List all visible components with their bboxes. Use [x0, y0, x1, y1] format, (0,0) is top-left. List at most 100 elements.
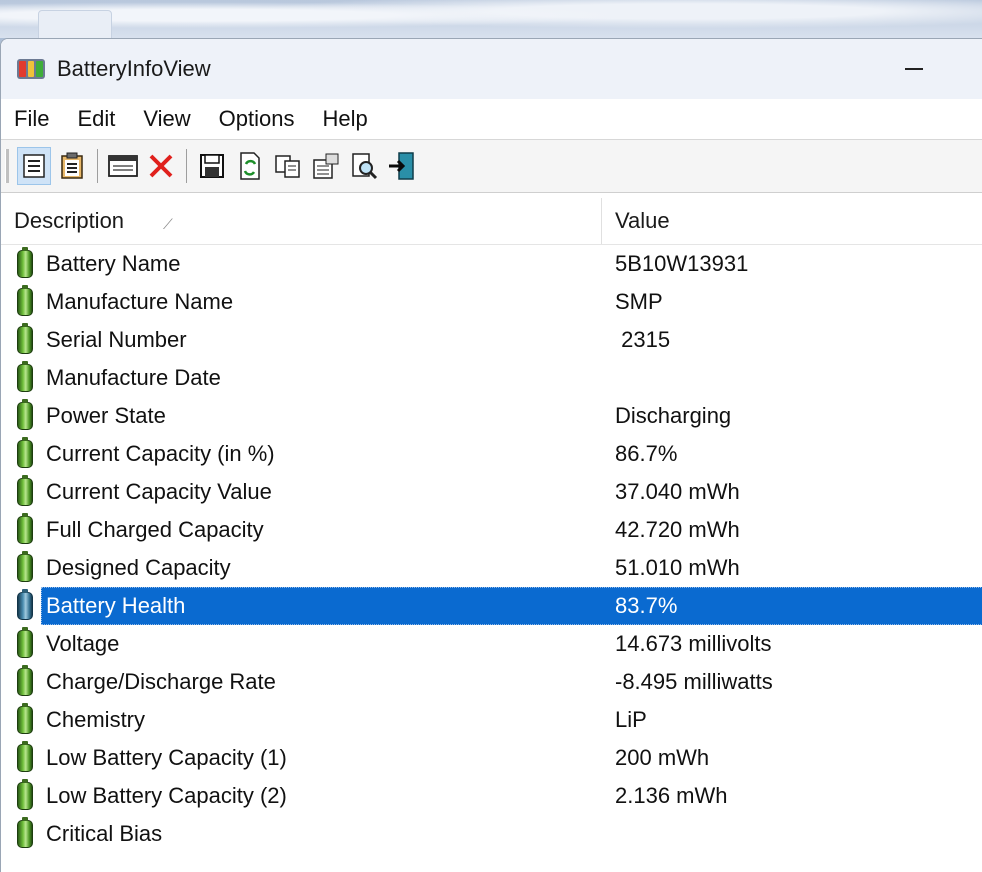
battery-icon — [17, 475, 33, 506]
description-label: Critical Bias — [46, 821, 163, 846]
value-cell: 42.720 mWh — [615, 517, 740, 542]
battery-icon — [17, 285, 33, 316]
value-cell: 200 mWh — [615, 745, 710, 770]
value-cell: 37.040 mWh — [615, 479, 740, 504]
html-report-button[interactable] — [17, 147, 51, 185]
delete-icon — [149, 154, 173, 178]
table-row[interactable]: Charge/Discharge Rate -8.495 milliwatts — [1, 663, 982, 701]
battery-icon — [17, 817, 33, 848]
copy-button[interactable] — [271, 147, 305, 185]
menu-options[interactable]: Options — [205, 99, 309, 139]
description-label: Battery Name — [46, 251, 181, 276]
value-cell: 5B10W13931 — [615, 251, 749, 276]
table-row[interactable]: Designed Capacity 51.010 mWh — [1, 549, 982, 587]
properties-icon — [61, 152, 83, 179]
properties-button[interactable] — [55, 147, 89, 185]
find-icon — [352, 153, 378, 180]
description-label: Voltage — [46, 631, 120, 656]
description-label: Charge/Discharge Rate — [46, 669, 276, 694]
description-cell: Power State — [1, 399, 602, 430]
battery-icon — [17, 703, 33, 734]
description-label: Chemistry — [46, 707, 146, 732]
battery-icon — [17, 361, 33, 392]
table-row[interactable]: Manufacture Name SMP — [1, 283, 982, 321]
description-cell: Current Capacity (in %) — [1, 437, 602, 468]
description-cell: Manufacture Date — [1, 361, 602, 392]
options-window-button[interactable] — [106, 147, 140, 185]
description-cell: Chemistry — [1, 703, 602, 734]
value-cell: Discharging — [615, 403, 732, 428]
menu-view[interactable]: View — [129, 99, 204, 139]
app-window: BatteryInfoView File Edit View Options H… — [0, 38, 982, 872]
value-cell: 51.010 mWh — [615, 555, 740, 580]
refresh-button[interactable] — [233, 147, 267, 185]
value-cell: -8.495 milliwatts — [615, 669, 773, 694]
description-label: Designed Capacity — [46, 555, 231, 580]
properties-form-button[interactable] — [309, 147, 343, 185]
description-cell: Manufacture Name — [1, 285, 602, 316]
value-cell: SMP — [615, 289, 663, 314]
battery-icon — [17, 399, 33, 430]
table-row[interactable]: Battery Name 5B10W13931 — [1, 245, 982, 283]
properties-form-icon — [313, 153, 339, 179]
description-cell: Critical Bias — [1, 817, 602, 848]
column-header-description[interactable]: Description ⟋ — [1, 198, 602, 244]
save-button[interactable] — [195, 147, 229, 185]
value-cell: 83.7% — [615, 593, 678, 618]
menu-edit[interactable]: Edit — [63, 99, 129, 139]
table-row[interactable]: Voltage 14.673 millivolts — [1, 625, 982, 663]
column-header-value[interactable]: Value — [602, 198, 670, 244]
table-row[interactable]: Critical Bias — [1, 815, 982, 853]
table-row[interactable]: Full Charged Capacity 42.720 mWh — [1, 511, 982, 549]
description-label: Power State — [46, 403, 166, 428]
table-row[interactable]: Low Battery Capacity (1) 200 mWh — [1, 739, 982, 777]
description-label: Low Battery Capacity (1) — [46, 745, 287, 770]
description-cell: Low Battery Capacity (2) — [1, 779, 602, 810]
table-row[interactable]: Chemistry LiP — [1, 701, 982, 739]
toolbar-separator — [186, 149, 187, 183]
toolbar — [1, 140, 982, 193]
battery-info-list[interactable]: Description ⟋ Value Battery Name 5B10W139… — [1, 198, 982, 872]
table-row[interactable]: Battery Health 83.7% — [1, 587, 982, 625]
description-label: Manufacture Name — [46, 289, 234, 314]
menu-file[interactable]: File — [1, 99, 63, 139]
description-cell: Battery Health — [1, 589, 602, 620]
title-bar: BatteryInfoView — [1, 39, 982, 99]
find-button[interactable] — [347, 147, 381, 185]
battery-icon — [17, 323, 33, 354]
description-label: Serial Number — [46, 327, 187, 352]
table-row[interactable]: Low Battery Capacity (2) 2.136 mWh — [1, 777, 982, 815]
table-row[interactable]: Power State Discharging — [1, 397, 982, 435]
delete-button[interactable] — [144, 147, 178, 185]
toolbar-separator — [97, 149, 98, 183]
table-row[interactable]: Current Capacity (in %) 86.7% — [1, 435, 982, 473]
battery-icon — [17, 627, 33, 658]
battery-app-icon — [17, 59, 45, 79]
description-cell: Serial Number — [1, 323, 602, 354]
exit-icon — [389, 152, 414, 180]
menu-help[interactable]: Help — [309, 99, 382, 139]
value-cell: 2.136 mWh — [615, 783, 728, 808]
battery-icon — [17, 665, 33, 696]
minimize-button[interactable] — [894, 55, 934, 83]
battery-icon — [17, 513, 33, 544]
list-rows: Battery Name 5B10W13931 Manufacture Name SM… — [1, 245, 982, 853]
table-row[interactable]: Serial Number 2315 — [1, 321, 982, 359]
description-cell: Full Charged Capacity — [1, 513, 602, 544]
battery-icon — [17, 551, 33, 582]
table-row[interactable]: Current Capacity Value 37.040 mWh — [1, 473, 982, 511]
value-cell: LiP — [615, 707, 647, 732]
description-label: Battery Health — [46, 593, 186, 618]
battery-icon — [17, 247, 33, 278]
table-row[interactable]: Manufacture Date — [1, 359, 982, 397]
list-header: Description ⟋ Value — [1, 198, 982, 245]
battery-icon — [17, 779, 33, 810]
battery-icon — [17, 741, 33, 772]
menu-bar: File Edit View Options Help — [1, 99, 982, 140]
description-label: Current Capacity (in %) — [46, 441, 275, 466]
description-cell: Charge/Discharge Rate — [1, 665, 602, 696]
refresh-icon — [240, 152, 260, 180]
toolbar-grip[interactable] — [5, 149, 9, 183]
options-window-icon — [108, 155, 138, 177]
exit-button[interactable] — [385, 147, 419, 185]
